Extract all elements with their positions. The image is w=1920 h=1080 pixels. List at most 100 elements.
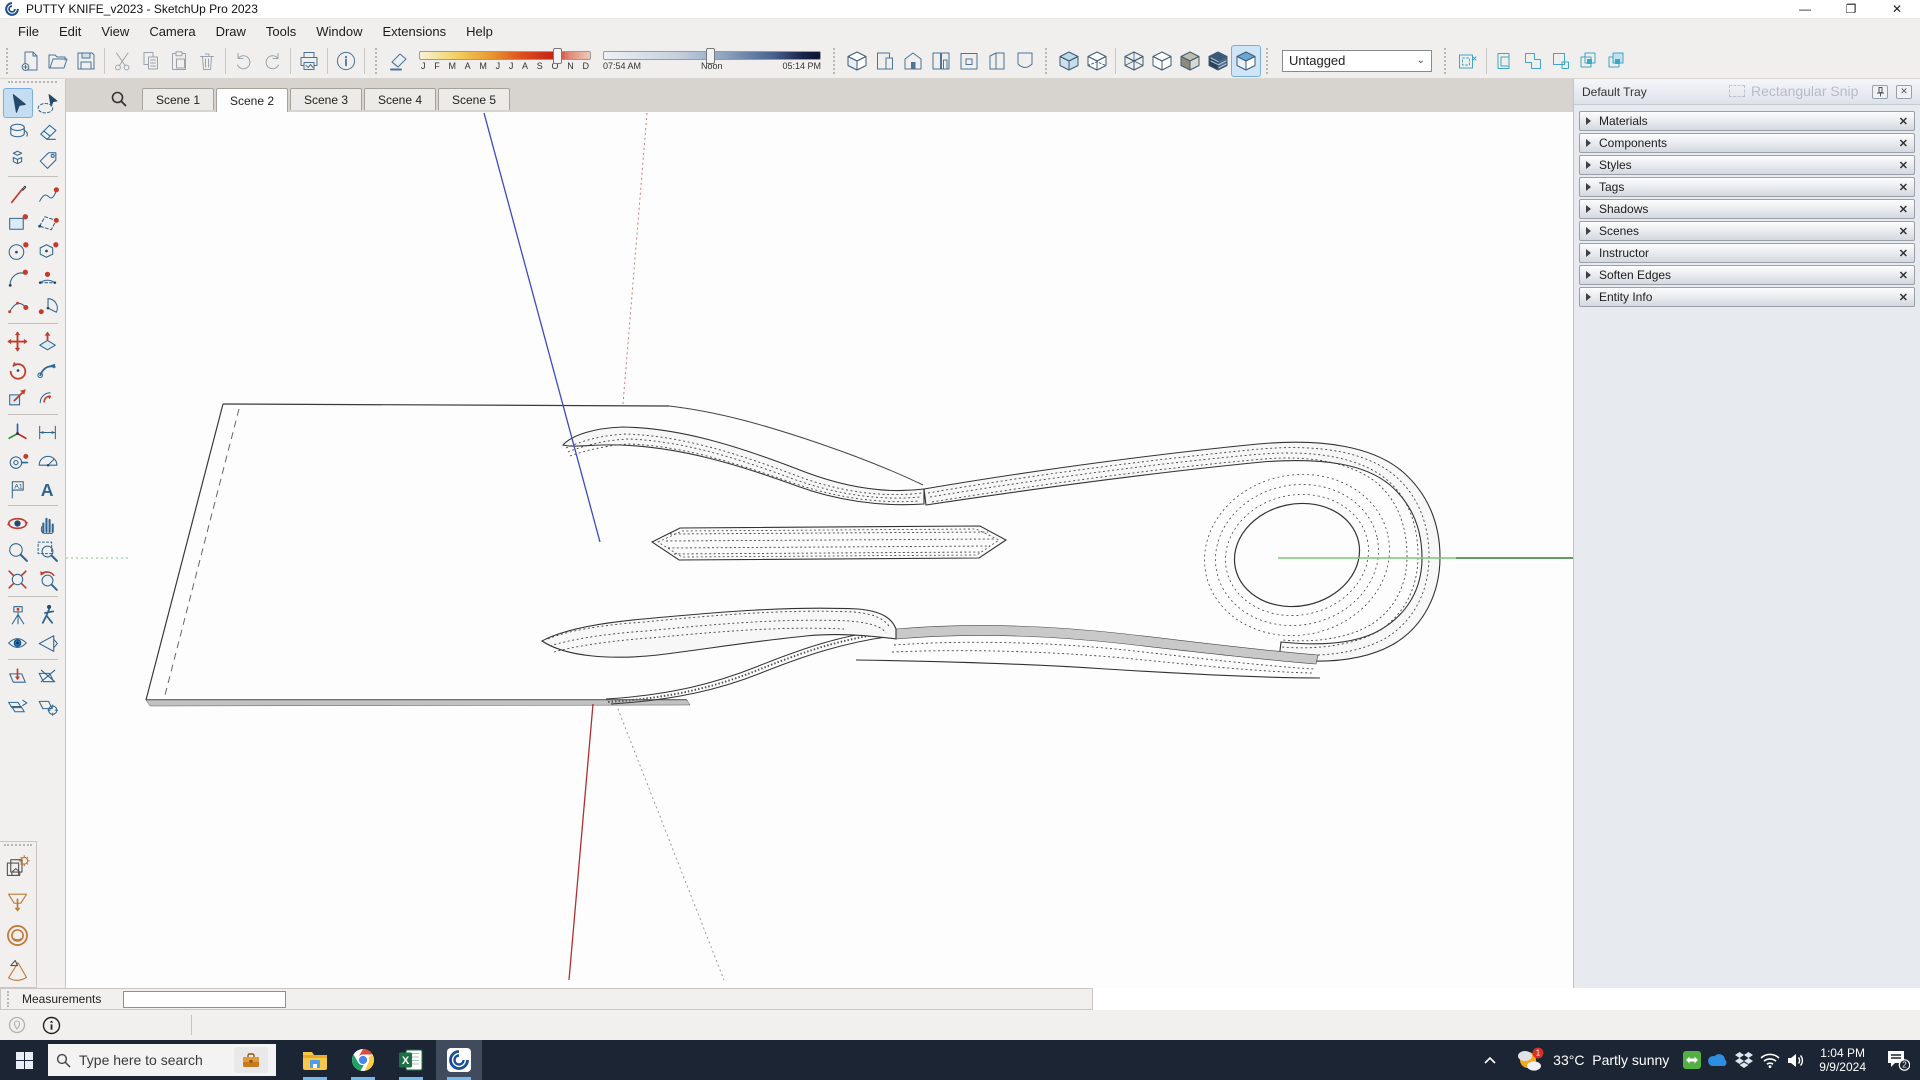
- expand-arrow-icon[interactable]: [1586, 205, 1591, 213]
- look-around-tool[interactable]: [4, 628, 32, 656]
- paint-bucket-tool[interactable]: [4, 117, 32, 145]
- measurements-input[interactable]: [123, 990, 287, 1008]
- taskbar-app-sketchup[interactable]: [436, 1040, 482, 1080]
- redo-button[interactable]: [258, 46, 286, 76]
- menu-file[interactable]: File: [8, 21, 49, 42]
- scale-tool[interactable]: [4, 383, 32, 411]
- copy-button[interactable]: [137, 46, 165, 76]
- 3d-text-tool[interactable]: A: [34, 474, 62, 502]
- dropbox-icon[interactable]: [1731, 1040, 1757, 1080]
- start-button[interactable]: [0, 1040, 48, 1080]
- tray-section-tags[interactable]: Tags ✕: [1579, 177, 1915, 197]
- scene-tab-2[interactable]: Scene 2: [216, 88, 288, 112]
- wifi-icon[interactable]: [1757, 1040, 1783, 1080]
- toolbar-grip[interactable]: [1444, 47, 1450, 74]
- zoom-previous-tool[interactable]: [34, 565, 62, 593]
- section-close-icon[interactable]: ✕: [1899, 181, 1908, 194]
- iso-button[interactable]: [843, 46, 871, 76]
- shadow-date-slider[interactable]: JFMAMJJASOND: [419, 47, 591, 71]
- taskbar-search[interactable]: Type here to search: [48, 1044, 276, 1076]
- make-group-button[interactable]: [1491, 46, 1519, 76]
- position-camera-tool[interactable]: [4, 600, 32, 628]
- section-close-icon[interactable]: ✕: [1899, 291, 1908, 304]
- pipe-tool-tool[interactable]: [0, 918, 34, 952]
- expand-arrow-icon[interactable]: [1586, 139, 1591, 147]
- model-info-button[interactable]: [332, 46, 360, 76]
- toolbar-grip[interactable]: [833, 47, 839, 74]
- expand-arrow-icon[interactable]: [1586, 249, 1591, 257]
- toolbar-grip[interactable]: [1045, 47, 1051, 74]
- rotate-tool[interactable]: [4, 355, 32, 383]
- swap-components-button[interactable]: [1603, 46, 1631, 76]
- section-plane-tool[interactable]: [4, 663, 32, 691]
- taskbar-app-excel[interactable]: X: [388, 1040, 434, 1080]
- rotated-rectangle-tool[interactable]: [34, 208, 62, 236]
- menu-extensions[interactable]: Extensions: [373, 21, 457, 42]
- shaded-button[interactable]: [1176, 46, 1204, 76]
- two-point-arc-tool[interactable]: [34, 264, 62, 292]
- left-button[interactable]: [983, 46, 1011, 76]
- paste-button[interactable]: [165, 46, 193, 76]
- right-button[interactable]: [927, 46, 955, 76]
- menu-edit[interactable]: Edit: [49, 21, 91, 42]
- protractor-tool[interactable]: [34, 446, 62, 474]
- menu-window[interactable]: Window: [306, 21, 372, 42]
- section-view-tool[interactable]: [34, 628, 62, 656]
- back-edges-button[interactable]: [1083, 46, 1111, 76]
- date-slider-handle[interactable]: [552, 47, 562, 64]
- lasso-select-tool[interactable]: [34, 89, 62, 117]
- menu-camera[interactable]: Camera: [139, 21, 205, 42]
- briefcase-icon[interactable]: [234, 1047, 268, 1073]
- display-section-cuts-tool[interactable]: [34, 663, 62, 691]
- restore-button[interactable]: ❐: [1828, 0, 1874, 18]
- bottom-button[interactable]: [1011, 46, 1039, 76]
- three-point-arc-tool[interactable]: [4, 292, 32, 320]
- section-close-icon[interactable]: ✕: [1899, 203, 1908, 216]
- geolocation-icon[interactable]: [8, 1016, 26, 1034]
- display-section-planes-tool[interactable]: [4, 691, 32, 719]
- menu-tools[interactable]: Tools: [256, 21, 306, 42]
- toolbar-grip[interactable]: [6, 47, 12, 74]
- wireframe-button[interactable]: [1120, 46, 1148, 76]
- tray-section-entity-info[interactable]: Entity Info ✕: [1579, 287, 1915, 307]
- zoom-extents-tool[interactable]: [4, 565, 32, 593]
- tray-section-components[interactable]: Components ✕: [1579, 133, 1915, 153]
- pie-tool[interactable]: [34, 292, 62, 320]
- pan-tool[interactable]: [34, 509, 62, 537]
- walk-tool[interactable]: [34, 600, 62, 628]
- funnel-tool-tool[interactable]: [0, 884, 34, 918]
- section-close-icon[interactable]: ✕: [1899, 159, 1908, 172]
- weather-widget[interactable]: 1 33°C Partly sunny: [1505, 1040, 1679, 1080]
- offset-tool[interactable]: [34, 383, 62, 411]
- action-center-icon[interactable]: 2: [1876, 1040, 1920, 1080]
- tray-section-instructor[interactable]: Instructor ✕: [1579, 243, 1915, 263]
- make-component-tool[interactable]: [4, 145, 32, 173]
- follow-me-tool[interactable]: [34, 355, 62, 383]
- onedrive-icon[interactable]: [1705, 1040, 1731, 1080]
- orbit-tool[interactable]: [4, 509, 32, 537]
- tag-dropdown[interactable]: Untagged ⌄: [1282, 49, 1432, 72]
- section-close-icon[interactable]: ✕: [1899, 269, 1908, 282]
- expand-arrow-icon[interactable]: [1586, 227, 1591, 235]
- save-button[interactable]: [72, 46, 100, 76]
- back-button[interactable]: [955, 46, 983, 76]
- measurements-grip[interactable]: [7, 991, 12, 1007]
- circle-tool[interactable]: [4, 236, 32, 264]
- teamviewer-icon[interactable]: [1679, 1040, 1705, 1080]
- monochrome-button[interactable]: [1231, 44, 1261, 77]
- scene-tab-3[interactable]: Scene 3: [290, 88, 362, 110]
- expand-arrow-icon[interactable]: [1586, 161, 1591, 169]
- expand-arrow-icon[interactable]: [1586, 117, 1591, 125]
- erase-button[interactable]: [193, 46, 221, 76]
- menu-help[interactable]: Help: [456, 21, 503, 42]
- minimize-button[interactable]: —: [1782, 0, 1828, 18]
- tag-tool[interactable]: [34, 145, 62, 173]
- tray-header[interactable]: Default Tray ✕: [1574, 79, 1920, 105]
- print-button[interactable]: [295, 46, 323, 76]
- shadow-time-slider[interactable]: 07:54 AM Noon 05:14 PM: [603, 47, 821, 71]
- expand-arrow-icon[interactable]: [1586, 271, 1591, 279]
- taskbar-app-file-explorer[interactable]: [292, 1040, 338, 1080]
- open-button[interactable]: [44, 46, 72, 76]
- expand-arrow-icon[interactable]: [1586, 183, 1591, 191]
- cone-tool-tool[interactable]: [0, 952, 34, 986]
